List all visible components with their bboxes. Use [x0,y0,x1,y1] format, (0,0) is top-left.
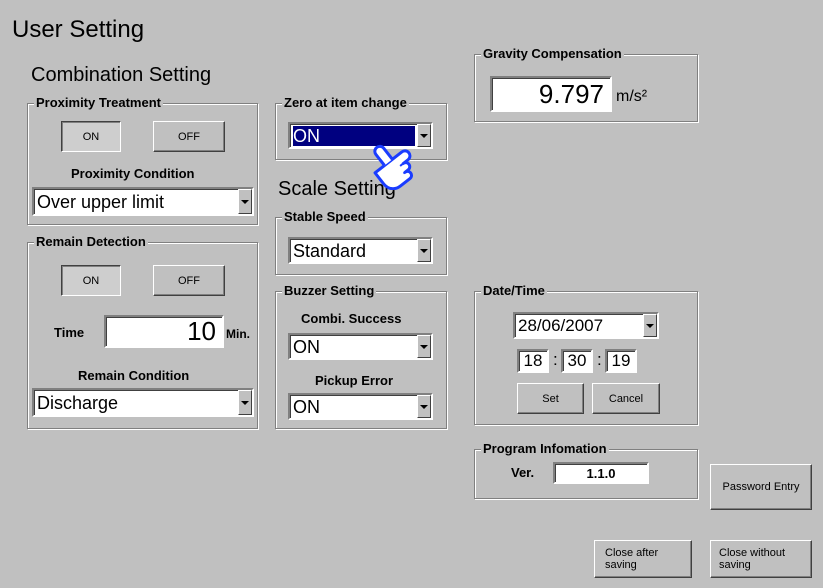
pointing-hand-icon [373,144,413,190]
date-select[interactable]: 28/06/2007 [513,312,659,339]
password-entry-button[interactable]: Password Entry [710,464,812,510]
buzzer-setting-group: Buzzer Setting Combi. Success ON Pickup … [275,282,447,429]
remain-time-field[interactable]: 10 [104,315,224,348]
cancel-button[interactable]: Cancel [592,383,660,414]
proximity-condition-label: Proximity Condition [71,166,195,181]
proximity-treatment-group: Proximity Treatment ON OFF Proximity Con… [27,94,258,225]
date-time-group: Date/Time 28/06/2007 18 : 30 : 19 Set Ca… [474,282,698,425]
combi-success-label: Combi. Success [301,311,402,326]
remain-time-unit: Min. [226,327,250,341]
stable-speed-select[interactable]: Standard [288,237,433,264]
set-button[interactable]: Set [517,383,584,414]
stable-speed-group: Stable Speed Standard [275,208,447,275]
chevron-down-icon[interactable] [643,314,657,337]
minute-field[interactable]: 30 [561,349,593,373]
proximity-on-button[interactable]: ON [61,121,121,152]
proximity-condition-select[interactable]: Over upper limit [32,187,254,216]
time-separator: : [553,350,558,369]
gravity-unit: m/s² [616,88,648,105]
remain-time-value: 10 [187,316,216,346]
pickup-error-value: ON [293,396,320,417]
proximity-off-button[interactable]: OFF [153,121,225,152]
version-field: 1.1.0 [553,462,649,484]
version-label: Ver. [511,465,535,480]
chevron-down-icon[interactable] [417,239,431,262]
zero-item-change-legend: Zero at item change [282,94,409,112]
proximity-treatment-legend: Proximity Treatment [34,94,163,112]
close-without-saving-button[interactable]: Close without saving [710,540,812,578]
gravity-compensation-legend: Gravity Compensation [481,45,624,63]
hour-field[interactable]: 18 [517,349,549,373]
time-separator: : [597,350,602,369]
close-after-saving-button[interactable]: Close after saving [594,540,692,578]
chevron-down-icon[interactable] [238,189,252,214]
combination-setting-title: Combination Setting [31,64,212,86]
remain-condition-select[interactable]: Discharge [32,388,254,417]
remain-on-button[interactable]: ON [61,265,121,296]
gravity-compensation-group: Gravity Compensation 9.797 m/s² [474,45,698,122]
remain-detection-group: Remain Detection ON OFF Time 10 Min. Rem… [27,233,258,429]
date-value: 28/06/2007 [518,315,604,335]
remain-condition-value: Discharge [37,392,119,413]
pickup-error-label: Pickup Error [315,373,394,388]
chevron-down-icon[interactable] [417,335,431,358]
proximity-condition-value: Over upper limit [37,191,165,212]
chevron-down-icon[interactable] [238,390,252,415]
chevron-down-icon[interactable] [417,395,431,418]
remain-off-button[interactable]: OFF [153,265,225,296]
program-info-group: Program Infomation Ver. 1.1.0 [474,440,698,499]
gravity-value-field[interactable]: 9.797 [490,76,612,112]
page-title: User Setting [12,16,145,43]
buzzer-setting-legend: Buzzer Setting [282,282,377,300]
combi-success-value: ON [293,336,320,357]
remain-time-label: Time [54,325,85,340]
pickup-error-select[interactable]: ON [288,393,433,420]
stable-speed-value: Standard [293,240,367,261]
program-info-legend: Program Infomation [481,440,609,458]
gravity-value: 9.797 [538,78,604,109]
date-time-legend: Date/Time [481,282,547,300]
second-field[interactable]: 19 [605,349,637,373]
remain-detection-legend: Remain Detection [34,233,148,251]
remain-condition-label: Remain Condition [78,368,190,383]
stable-speed-legend: Stable Speed [282,208,368,226]
combi-success-select[interactable]: ON [288,333,433,360]
